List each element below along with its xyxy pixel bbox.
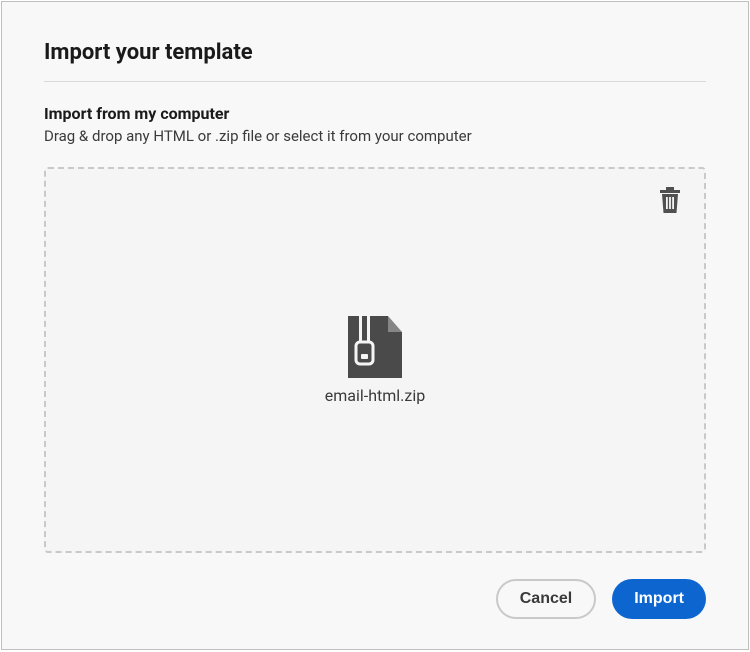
cancel-button[interactable]: Cancel [496,579,596,619]
file-dropzone[interactable]: email-html.zip [44,167,706,553]
trash-icon [658,187,682,213]
dialog-footer: Cancel Import [44,553,706,619]
import-button[interactable]: Import [612,579,706,619]
file-name: email-html.zip [325,386,425,405]
section-description: Drag & drop any HTML or .zip file or sel… [44,127,706,145]
import-template-dialog: Import your template Import from my comp… [1,1,749,650]
zip-file-icon [348,316,402,378]
delete-file-button[interactable] [658,187,682,213]
dialog-title: Import your template [44,40,706,82]
section-subtitle: Import from my computer [44,104,706,123]
